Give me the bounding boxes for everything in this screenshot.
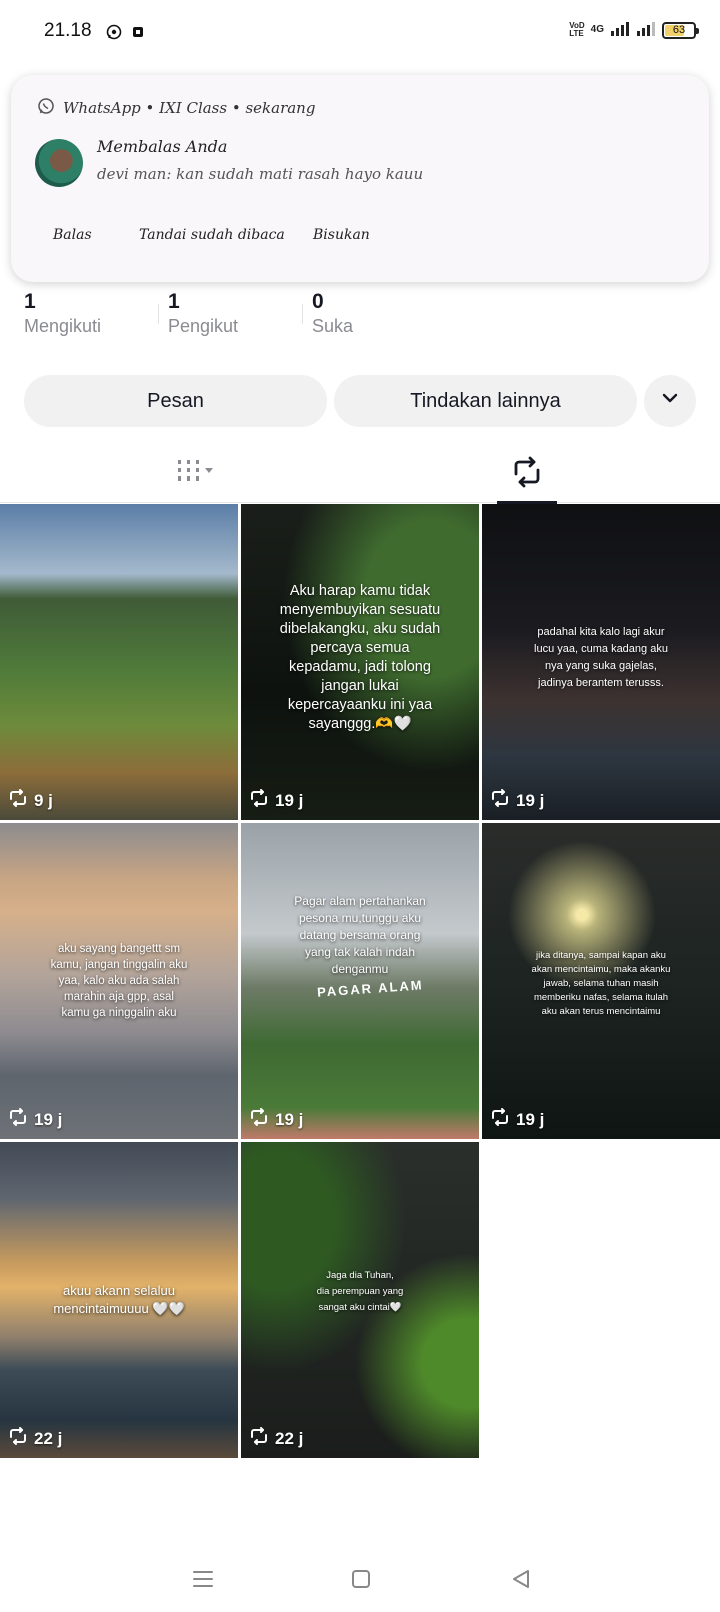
video-caption: jika ditanya, sampai kapan aku akan menc…	[531, 950, 671, 1017]
video-tile[interactable]: akuu akann selaluu mencintaimuuuu 🤍🤍 22 …	[0, 1142, 238, 1458]
video-tile[interactable]: Pagar alam pertahankan pesona mu,tunggu …	[241, 823, 479, 1139]
message-button[interactable]: Pesan	[24, 375, 327, 427]
signal-icon	[610, 20, 630, 40]
menu-icon[interactable]	[188, 1564, 218, 1594]
repost-icon	[490, 789, 510, 812]
stat-likes[interactable]: 0 Suka	[302, 290, 456, 337]
tab-videos[interactable]	[137, 445, 257, 503]
repost-icon	[510, 456, 544, 492]
video-tile[interactable]: aku sayang bangettt sm kamu, jangan ting…	[0, 823, 238, 1139]
profile-tabs	[0, 445, 720, 504]
video-time: 9 j	[34, 790, 53, 810]
network-type: 4G	[590, 24, 604, 35]
status-bar: 21.18 VoD LTE 4G 63	[0, 0, 720, 66]
video-meta: 19 j	[490, 1108, 544, 1131]
app-status-icon	[130, 24, 146, 40]
notification-actions: Balas Tandai sudah dibaca Bisukan	[11, 217, 709, 261]
video-meta: 19 j	[8, 1108, 62, 1131]
more-actions-button[interactable]: Tindakan lainnya	[334, 375, 637, 427]
repost-icon	[249, 789, 269, 812]
video-caption: Jaga dia Tuhan, dia perempuan yang sanga…	[316, 1270, 404, 1313]
avatar	[35, 139, 83, 187]
video-tile[interactable]: jika ditanya, sampai kapan aku akan menc…	[482, 823, 720, 1139]
notification-header: WhatsApp • IXI Class • sekarang	[37, 97, 315, 119]
whatsapp-notification[interactable]: WhatsApp • IXI Class • sekarang Membalas…	[11, 75, 709, 282]
empty-tile	[482, 1142, 720, 1458]
grid-icon	[175, 457, 219, 491]
chevron-down-icon	[660, 388, 680, 414]
notification-message: devi man: kan sudah mati rasah hayo kauu	[97, 165, 424, 183]
mark-read-button[interactable]: Tandai sudah dibaca	[139, 227, 285, 243]
stat-followers[interactable]: 1 Pengikut	[158, 290, 312, 337]
video-time: 22 j	[275, 1428, 304, 1448]
status-time: 21.18	[44, 20, 92, 41]
battery-level: 63	[672, 24, 686, 36]
battery-icon: 63	[662, 21, 699, 39]
likes-label: Suka	[312, 316, 354, 336]
stat-following[interactable]: 1 Mengikuti	[24, 290, 168, 337]
video-meta: 19 j	[249, 789, 303, 812]
video-time: 19 j	[275, 790, 304, 810]
video-caption: Pagar alam pertahankan pesona mu,tunggu …	[294, 894, 426, 976]
profile-stats: 1 Mengikuti 1 Pengikut 0 Suka	[24, 290, 456, 337]
followers-label: Pengikut	[168, 316, 239, 336]
video-caption: Aku harap kamu tidak menyembuyikan sesua…	[279, 583, 441, 732]
video-tile[interactable]: padahal kita kalo lagi akur lucu yaa, cu…	[482, 504, 720, 820]
video-meta: 22 j	[8, 1427, 62, 1450]
home-square-icon[interactable]	[346, 1564, 376, 1594]
tab-repost[interactable]	[467, 445, 587, 504]
mute-button[interactable]: Bisukan	[313, 227, 370, 243]
system-navbar	[0, 1542, 720, 1612]
repost-icon	[249, 1427, 269, 1450]
signal-icon-2	[636, 20, 656, 40]
whatsapp-status-icon	[106, 24, 122, 40]
video-meta: 9 j	[8, 789, 53, 812]
repost-icon	[8, 1427, 28, 1450]
video-time: 19 j	[275, 1109, 304, 1129]
back-triangle-icon[interactable]	[506, 1564, 536, 1594]
likes-count: 0	[312, 290, 324, 313]
video-time: 19 j	[516, 1109, 545, 1129]
pagar-alam-sign: PAGAR ALAM	[316, 977, 425, 1000]
network-label: VoD LTE	[569, 21, 585, 38]
repost-icon	[249, 1108, 269, 1131]
video-tile[interactable]: Jaga dia Tuhan, dia perempuan yang sanga…	[241, 1142, 479, 1458]
video-time: 19 j	[34, 1109, 63, 1129]
notification-title: Membalas Anda	[97, 137, 228, 156]
video-time: 19 j	[516, 790, 545, 810]
repost-icon	[8, 1108, 28, 1131]
video-tile[interactable]: 9 j	[0, 504, 238, 820]
reply-button[interactable]: Balas	[53, 227, 92, 243]
video-tile[interactable]: Aku harap kamu tidak menyembuyikan sesua…	[241, 504, 479, 820]
repost-icon	[8, 789, 28, 812]
video-meta: 22 j	[249, 1427, 303, 1450]
video-caption: aku sayang bangettt sm kamu, jangan ting…	[50, 943, 188, 1019]
video-grid: 9 j Aku harap kamu tidak menyembuyikan s…	[0, 504, 720, 1458]
video-caption: akuu akann selaluu mencintaimuuuu 🤍🤍	[53, 1283, 185, 1316]
dropdown-button[interactable]	[644, 375, 696, 427]
status-right: VoD LTE 4G 63	[569, 20, 699, 40]
video-time: 22 j	[34, 1428, 63, 1448]
repost-icon	[490, 1108, 510, 1131]
video-meta: 19 j	[249, 1108, 303, 1131]
following-label: Mengikuti	[24, 316, 102, 336]
followers-count: 1	[168, 290, 180, 313]
video-meta: 19 j	[490, 789, 544, 812]
following-count: 1	[24, 290, 36, 313]
whatsapp-icon	[37, 97, 55, 119]
video-caption: padahal kita kalo lagi akur lucu yaa, cu…	[534, 626, 668, 689]
notification-source: WhatsApp • IXI Class • sekarang	[63, 99, 316, 117]
